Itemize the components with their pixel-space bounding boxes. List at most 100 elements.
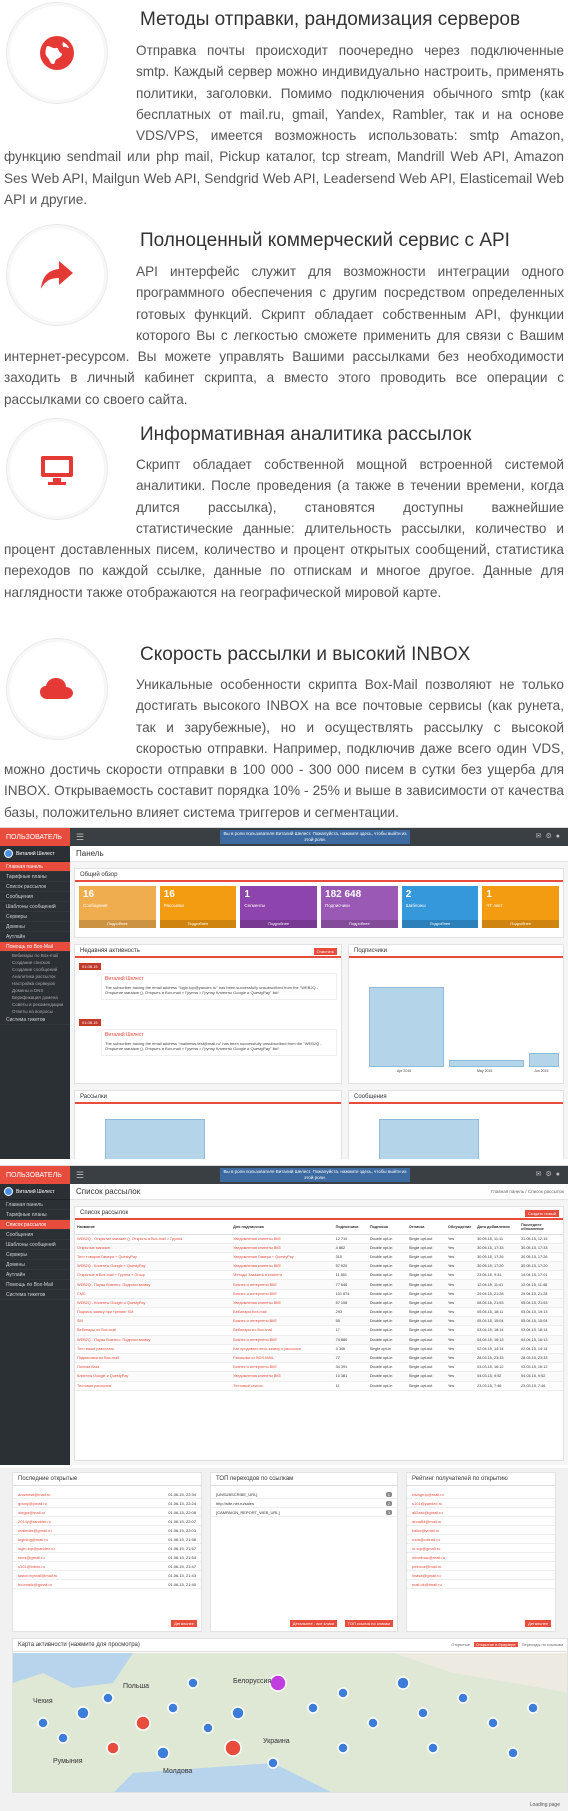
table-cell[interactable]: WEB2Q - Паузы бизнесс. Подписи заявку: [75, 1279, 232, 1290]
all-clicks-button[interactable]: Детальнее - все клики: [289, 1620, 337, 1627]
menu-icon[interactable]: ☰: [76, 1170, 84, 1181]
column-header[interactable]: Название: [75, 1220, 232, 1235]
map-marker[interactable]: [135, 1715, 151, 1731]
table-cell[interactable]: Рассылки от BOX-MAIL: [231, 1353, 334, 1364]
list-item[interactable]: graniy@ymail.ru 01.06.15, 22:24: [13, 1499, 201, 1508]
map-marker[interactable]: [156, 1746, 170, 1760]
table-row[interactable]: WEB2Q - Паузы бизнесс. Подписи заявку Биз…: [75, 1279, 563, 1290]
list-item[interactable]: rudn@cdtrad.ru: [407, 1535, 555, 1544]
sidebar-item-plans[interactable]: Тарифные планы: [0, 1210, 70, 1220]
map-marker[interactable]: [202, 1722, 214, 1734]
sidebar-sub-item[interactable]: Аналитика рассылок: [0, 973, 70, 980]
table-row[interactable]: Открытые в Box-mail + Группа + Group Мето…: [75, 1270, 563, 1281]
column-header[interactable]: Обсуждение: [445, 1220, 476, 1235]
sidebar-item-dashboard[interactable]: Главная панель: [0, 1200, 70, 1210]
email-link[interactable]: graniy@ymail.ru: [18, 1501, 47, 1506]
list-item[interactable]: [CAMPAIGN_REPORT_WEB_URL] 3: [211, 1508, 397, 1517]
table-cell[interactable]: СМС: [75, 1289, 232, 1299]
email-link[interactable]: login.top@yandex.ru: [18, 1546, 55, 1551]
table-row[interactable]: Открытые магазин Уведомления клиенты ВКЕ 4…: [75, 1243, 563, 1253]
list-item[interactable]: semi@gmail.ru 01.06.15, 21:54: [13, 1553, 201, 1562]
map-marker[interactable]: [457, 1692, 469, 1704]
list-item[interactable]: maileder@gmail.ru 01.06.15, 22:03: [13, 1526, 201, 1535]
column-header[interactable]: Для подписчика: [231, 1220, 334, 1235]
brand[interactable]: ПОЛЬЗОВАТЕЛЬ: [0, 1166, 70, 1184]
stat-more-link[interactable]: Подробнее: [482, 920, 560, 928]
table-cell[interactable]: WEB2Q - Открытие магазин (), Открыть в B…: [75, 1234, 232, 1244]
sidebar-item-lists[interactable]: Список рассылок: [0, 882, 70, 892]
table-cell[interactable]: Тест ваши разослать: [75, 1344, 232, 1354]
activity-map[interactable]: Польша Украина Белоруссия Румыния Молдов…: [13, 1653, 568, 1793]
sidebar-item-lists[interactable]: Список рассылок: [0, 1220, 70, 1230]
activity-user[interactable]: Виталий Шелест: [105, 1032, 333, 1039]
list-item[interactable]: ali2ask@gmail.ru: [407, 1508, 555, 1517]
map-marker[interactable]: [76, 1706, 90, 1720]
map-marker[interactable]: [37, 1717, 49, 1729]
sidebar-item-tickets[interactable]: Система тикетов: [0, 1015, 70, 1025]
table-cell[interactable]: Уведомления Гамера + QuestyPay: [231, 1252, 334, 1263]
map-tab-opened[interactable]: Открытые: [451, 1642, 470, 1647]
sidebar-item-dashboard[interactable]: Главная панель: [0, 862, 70, 872]
table-row[interactable]: WEB2Q - Клиенты Google и QuestyPay Уведом…: [75, 1298, 563, 1309]
table-row[interactable]: Тест ваши разослать Как продавать весь за…: [75, 1344, 563, 1354]
table-cell[interactable]: Бизнес и интернеты ВКЕ: [231, 1289, 334, 1299]
sidebar-sub-item[interactable]: Советы и рекомендации: [0, 1001, 70, 1008]
column-header[interactable]: Подписка: [367, 1220, 407, 1235]
top-links-button[interactable]: ТОП ссылок по кликам: [344, 1620, 393, 1627]
sidebar-item-tickets[interactable]: Система тикетов: [0, 1290, 70, 1300]
create-list-button[interactable]: Создать новый: [525, 1210, 559, 1217]
sidebar-sub-item[interactable]: Домены и DNS: [0, 987, 70, 994]
table-cell[interactable]: Вебинары по Box-mail: [231, 1325, 334, 1336]
email-link[interactable]: bcomailz@gmail.ru: [18, 1582, 52, 1587]
table-row[interactable]: Вебинары по Box-mail Вебинары по Box-mail…: [75, 1325, 563, 1336]
map-marker[interactable]: [427, 1742, 439, 1754]
table-cell[interactable]: Открытые магазин: [75, 1243, 232, 1253]
details-button[interactable]: Детальнее: [171, 1620, 197, 1627]
link-url[interactable]: [CAMPAIGN_REPORT_WEB_URL]: [216, 1510, 280, 1515]
table-row[interactable]: Полная база Бизнес и интернеты ВКЕ 34 391 D…: [75, 1362, 563, 1373]
email-link[interactable]: lastdr.mymail@mail.ru: [18, 1573, 57, 1578]
map-marker[interactable]: [487, 1717, 499, 1729]
map-marker[interactable]: [102, 1692, 114, 1704]
list-item[interactable]: m.top@gmail.ru: [407, 1544, 555, 1553]
sidebar-sub-item[interactable]: Верификация домена: [0, 994, 70, 1001]
list-item[interactable]: ravagrup@mail.ru: [407, 1490, 555, 1499]
list-item[interactable]: s101@yandex.ru: [407, 1499, 555, 1508]
table-cell[interactable]: Уведомления клиенты ВКЕ: [231, 1371, 334, 1382]
sidebar-user[interactable]: Виталий Шелест: [0, 1184, 70, 1200]
list-item[interactable]: 2014y@rambler.ru 01.06.15, 22:07: [13, 1517, 201, 1526]
sidebar-item-plans[interactable]: Тарифные планы: [0, 872, 70, 882]
map-marker[interactable]: [396, 1676, 410, 1690]
table-row[interactable]: Подпись заявку при тренинг SM Вебинары bo…: [75, 1307, 563, 1318]
table-cell[interactable]: Тестовый список: [231, 1381, 334, 1391]
email-link[interactable]: loginlog@mail.ru: [18, 1537, 48, 1542]
table-cell[interactable]: Вебинары по Box-mail: [75, 1325, 232, 1336]
table-cell[interactable]: Уведомления клиенты ВКЕ: [231, 1261, 334, 1272]
table-cell[interactable]: Уведомления клиенты ВКЕ: [231, 1243, 334, 1253]
map-marker[interactable]: [231, 1706, 245, 1720]
table-cell[interactable]: Уведомления клиенты ВКЕ: [231, 1298, 334, 1309]
list-item[interactable]: s101@inbox.ru 01.06.15, 21:47: [13, 1562, 201, 1571]
email-link[interactable]: maileder@gmail.ru: [18, 1528, 52, 1533]
map-marker[interactable]: [267, 1757, 279, 1769]
table-row[interactable]: WEB2Q - Паузы бизнесс. Подписи заявку Биз…: [75, 1335, 563, 1345]
map-marker[interactable]: [224, 1739, 242, 1757]
sidebar-item-servers[interactable]: Серверы: [0, 912, 70, 922]
menu-icon[interactable]: ☰: [76, 832, 84, 843]
impersonation-notice[interactable]: Вы в роли пользователя Виталий Шелест. П…: [220, 830, 410, 844]
stat-tile-subscribers[interactable]: 182 648 Подписчики Подробнее: [321, 886, 398, 928]
map-marker[interactable]: [167, 1702, 179, 1714]
sidebar-item-messages[interactable]: Сообщения: [0, 1230, 70, 1240]
table-cell[interactable]: Уведомления клиенты ВКЕ: [231, 1234, 334, 1244]
map-marker[interactable]: [337, 1687, 349, 1699]
list-item[interactable]: kaiko@ymail.ru: [407, 1526, 555, 1535]
rating-details-button[interactable]: Детальнее: [525, 1620, 551, 1627]
breadcrumb[interactable]: Главная панель / Список рассылок: [491, 1189, 564, 1194]
table-row[interactable]: WEB2Q - Клиенты Google + QuestyPay Уведом…: [75, 1261, 563, 1272]
table-cell[interactable]: Бизнес и интернеты ВКЕ: [231, 1279, 334, 1290]
table-cell[interactable]: WEB2Q - Клиенты Google и QuestyPay: [75, 1298, 232, 1309]
map-marker[interactable]: [527, 1702, 539, 1714]
list-item[interactable]: login.top@yandex.ru 01.06.15, 21:57: [13, 1544, 201, 1553]
table-row[interactable]: Подписчики по Box-mail Рассылки от BOX-MA…: [75, 1353, 563, 1364]
table-cell[interactable]: Как продавать весь заявку с рассылки: [231, 1344, 334, 1354]
